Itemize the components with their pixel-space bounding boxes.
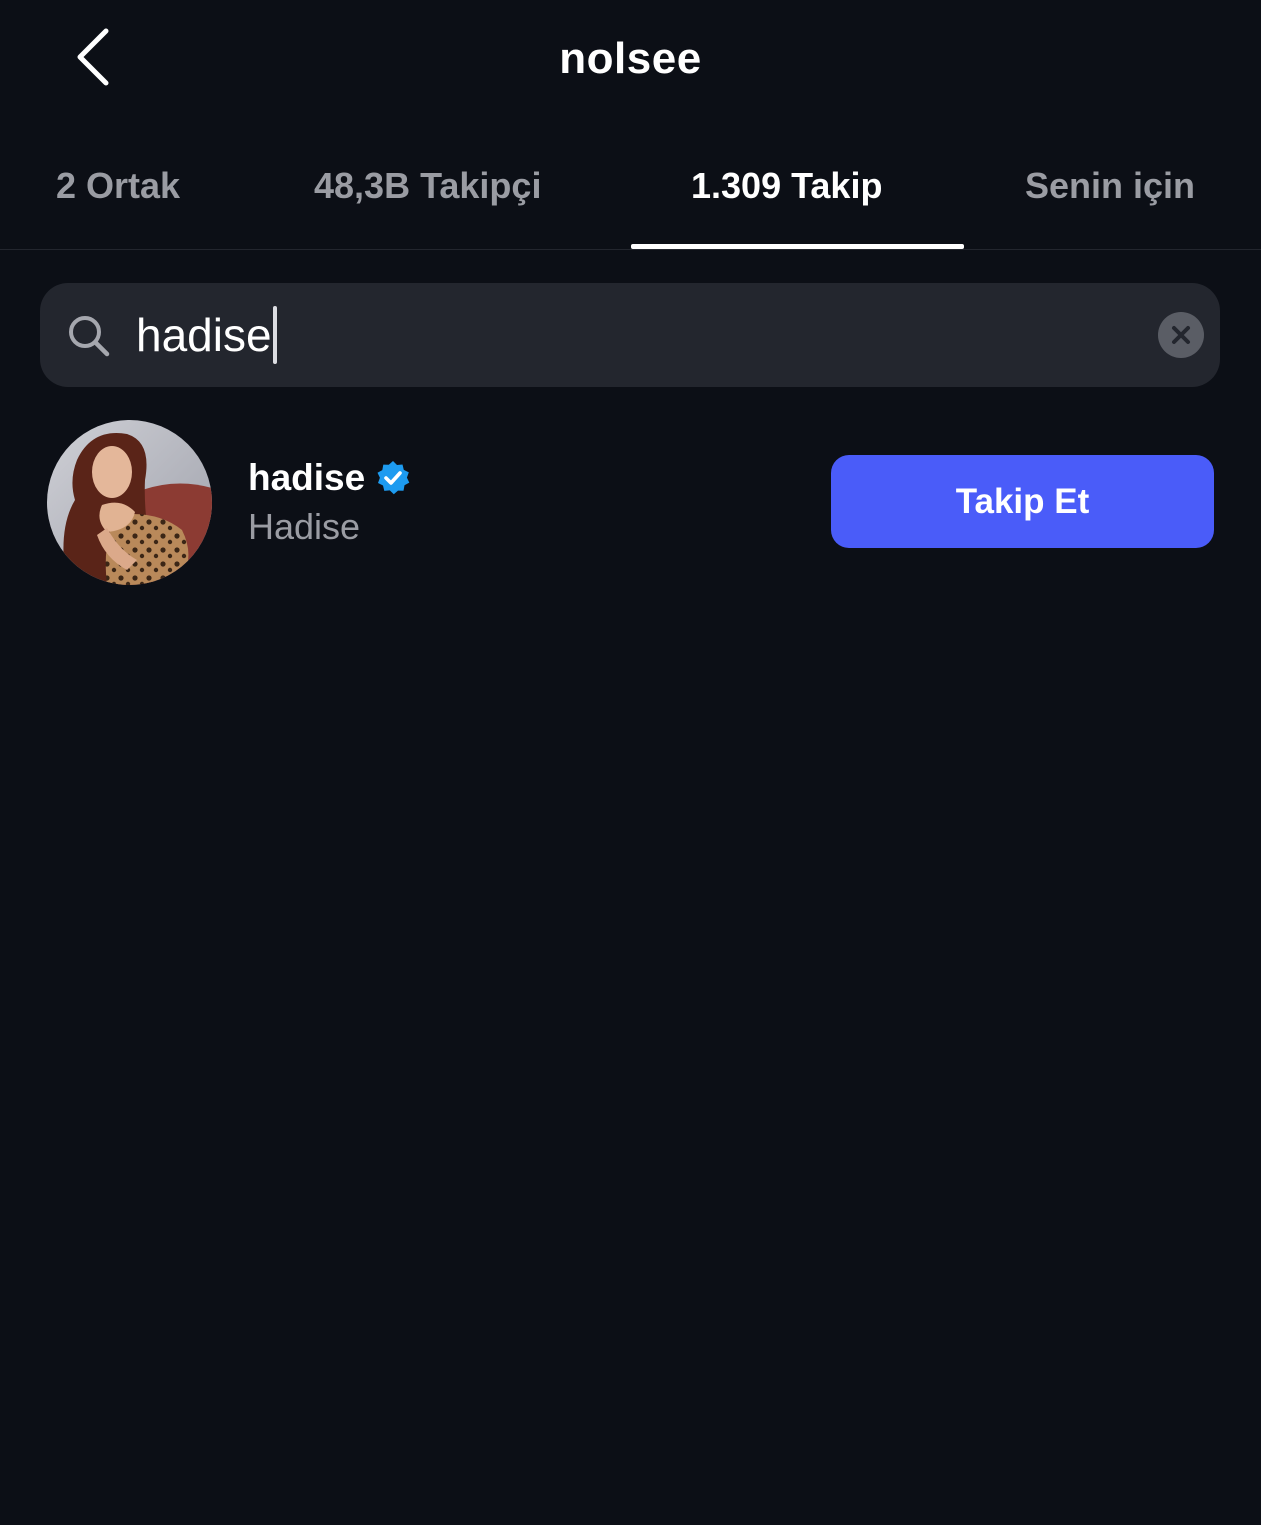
- search-icon: [69, 316, 110, 357]
- clear-search-button[interactable]: [1158, 312, 1204, 358]
- text-caret: [272, 306, 277, 364]
- avatar[interactable]: [47, 420, 212, 585]
- clear-icon: [1172, 326, 1190, 344]
- display-name: Hadise: [248, 506, 361, 547]
- search-query-text: hadise: [136, 309, 272, 361]
- verified-badge-icon: [377, 461, 410, 495]
- search-field[interactable]: hadise: [136, 306, 277, 364]
- top-bar: nolsee: [0, 0, 1261, 125]
- follow-button[interactable]: Takip Et: [831, 455, 1214, 548]
- username-line: hadise: [248, 456, 411, 500]
- active-tab-indicator: [631, 244, 964, 249]
- tab-bar: 2 Ortak 48,3B Takipçi 1.309 Takip Senin …: [0, 125, 1261, 250]
- tab-for-you[interactable]: Senin için: [1025, 165, 1195, 207]
- tab-mutual[interactable]: 2 Ortak: [56, 165, 180, 207]
- list-item[interactable]: hadise Hadise Takip Et: [0, 418, 1261, 586]
- page-title: nolsee: [559, 34, 702, 83]
- tab-followers[interactable]: 48,3B Takipçi: [314, 165, 541, 207]
- username: hadise: [248, 457, 366, 498]
- profile-photo: [47, 420, 212, 585]
- tab-following[interactable]: 1.309 Takip: [691, 165, 882, 207]
- search-input[interactable]: hadise: [40, 283, 1220, 387]
